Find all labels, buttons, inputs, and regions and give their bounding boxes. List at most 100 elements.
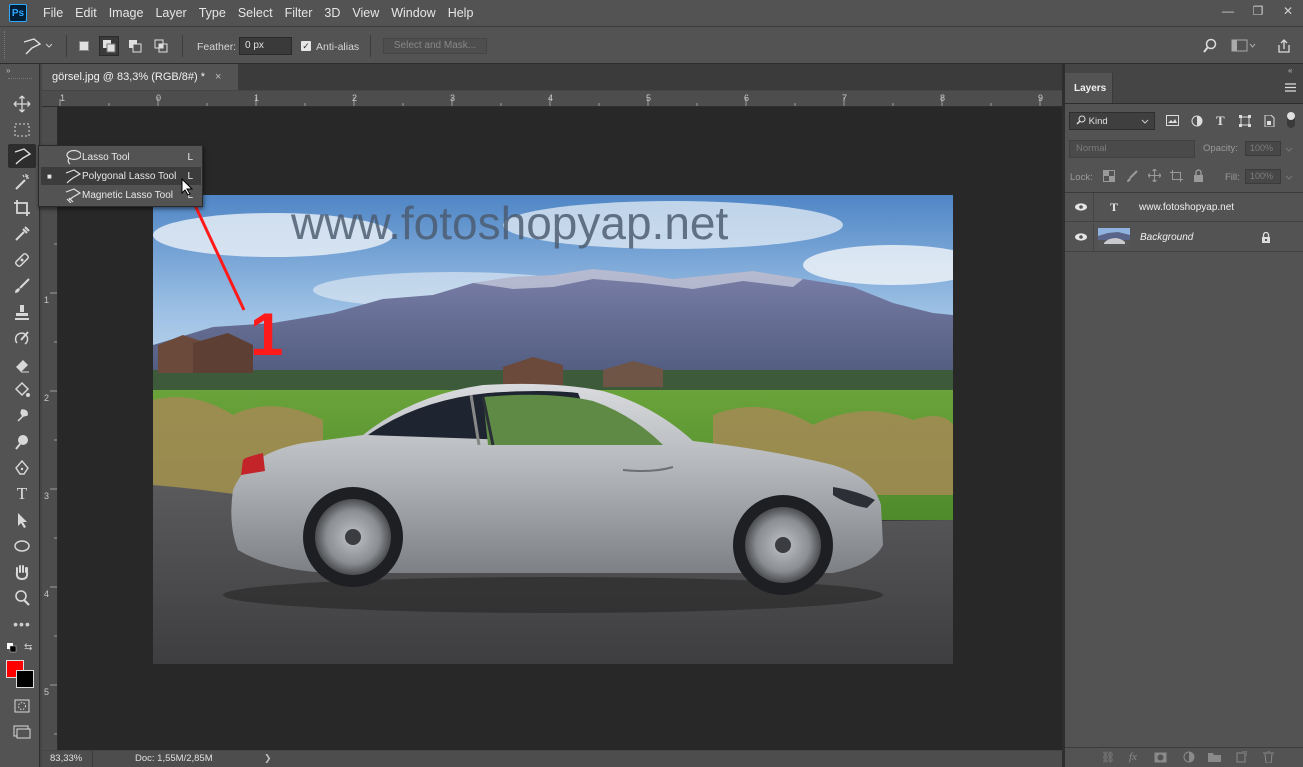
adjustment-layer-icon[interactable] <box>1183 751 1195 763</box>
history-brush-tool[interactable] <box>8 326 36 350</box>
close-window-button[interactable]: ✕ <box>1273 0 1303 22</box>
layer-row-background[interactable]: Background <box>1065 223 1303 252</box>
feather-input[interactable]: 0 px <box>239 37 292 55</box>
zoom-tool[interactable] <box>8 586 36 610</box>
share-button[interactable] <box>1276 38 1294 56</box>
delete-layer-icon[interactable] <box>1263 751 1274 763</box>
menu-filter[interactable]: Filter <box>279 0 319 26</box>
screen-mode-button[interactable] <box>8 720 36 744</box>
menu-view[interactable]: View <box>346 0 385 26</box>
filter-pixel-icon[interactable] <box>1166 115 1179 126</box>
default-colors-button[interactable] <box>7 643 17 653</box>
opacity-input[interactable]: 100% <box>1245 141 1281 156</box>
antialias-checkbox[interactable]: ✓ <box>301 41 311 51</box>
flyout-item-polygonal-lasso[interactable]: ■ Polygonal Lasso Tool L <box>41 167 201 185</box>
zoom-level[interactable]: 83,33% <box>50 753 82 764</box>
dodge-tool[interactable] <box>8 430 36 454</box>
layer-filter-select[interactable]: Kind <box>1069 112 1155 130</box>
visibility-eye-icon[interactable] <box>1075 232 1087 242</box>
menu-help[interactable]: Help <box>442 0 480 26</box>
eraser-tool[interactable] <box>8 352 36 376</box>
filter-smart-object-icon[interactable] <box>1263 115 1275 127</box>
swap-colors-icon[interactable]: ⇆ <box>24 642 32 653</box>
document-tab[interactable]: görsel.jpg @ 83,3% (RGB/8#) * × <box>42 64 238 90</box>
brush-tool[interactable] <box>8 274 36 298</box>
menu-image[interactable]: Image <box>103 0 150 26</box>
quick-mask-icon <box>14 699 30 713</box>
paint-bucket-tool[interactable] <box>8 378 36 402</box>
eyedropper-tool[interactable] <box>8 222 36 246</box>
background-color-swatch[interactable] <box>16 670 34 688</box>
tab-layers[interactable]: Layers <box>1065 73 1113 103</box>
lock-image-pixels-icon[interactable] <box>1126 170 1138 182</box>
menu-type[interactable]: Type <box>193 0 232 26</box>
subtract-from-selection-button[interactable] <box>125 36 145 56</box>
collapse-toolbar-icon[interactable]: » <box>6 66 10 75</box>
layer-name[interactable]: Background <box>1140 232 1193 243</box>
filter-adjustment-icon[interactable] <box>1191 115 1203 127</box>
type-tool[interactable]: T <box>8 482 36 506</box>
flyout-item-magnetic-lasso[interactable]: Magnetic Lasso Tool L <box>41 186 201 204</box>
menu-3d[interactable]: 3D <box>318 0 346 26</box>
path-selection-tool[interactable] <box>8 508 36 532</box>
magic-wand-tool[interactable] <box>8 170 36 194</box>
lock-transparent-pixels-icon[interactable] <box>1103 170 1115 182</box>
blur-tool[interactable] <box>8 404 36 428</box>
shape-tool[interactable] <box>8 534 36 558</box>
filter-toggle-switch[interactable] <box>1287 112 1295 128</box>
tool-preset-picker[interactable] <box>20 35 60 57</box>
filter-type-icon[interactable]: T <box>1216 113 1225 129</box>
options-grip[interactable] <box>4 31 8 59</box>
lock-position-icon[interactable] <box>1148 169 1161 182</box>
move-tool[interactable] <box>8 92 36 116</box>
select-and-mask-button[interactable]: Select and Mask... <box>383 38 487 54</box>
layer-style-fx-icon[interactable]: fx <box>1129 751 1137 763</box>
new-layer-icon[interactable] <box>1235 751 1247 763</box>
restore-button[interactable]: ❐ <box>1243 0 1273 22</box>
toolbar-grip[interactable] <box>8 78 32 79</box>
horizontal-ruler[interactable]: 1 0 1 2 3 4 5 6 7 8 9 <box>42 91 1062 107</box>
new-selection-button[interactable] <box>74 36 94 56</box>
clone-stamp-tool[interactable] <box>8 300 36 324</box>
hand-tool[interactable] <box>8 560 36 584</box>
link-layers-icon[interactable]: ⛓ <box>1101 751 1115 764</box>
layer-name[interactable]: www.fotoshopyap.net <box>1139 202 1234 213</box>
add-to-selection-button[interactable] <box>99 36 119 56</box>
minimize-button[interactable]: — <box>1213 0 1243 22</box>
search-button[interactable] <box>1202 38 1220 56</box>
magnetic-lasso-icon <box>65 188 81 203</box>
divider <box>92 751 93 767</box>
lasso-tool[interactable] <box>8 144 36 168</box>
layer-row-text[interactable]: T www.fotoshopyap.net <box>1065 193 1303 222</box>
chevron-down-icon[interactable] <box>1285 146 1293 154</box>
fill-input[interactable]: 100% <box>1245 169 1281 184</box>
workspace-switcher[interactable] <box>1231 38 1257 56</box>
document-canvas[interactable]: www.fotoshopyap.net <box>153 195 953 664</box>
menu-window[interactable]: Window <box>385 0 441 26</box>
edit-toolbar-button[interactable]: ••• <box>8 612 36 636</box>
pen-tool[interactable] <box>8 456 36 480</box>
status-menu-arrow-icon[interactable]: ❯ <box>264 753 272 764</box>
menu-layer[interactable]: Layer <box>149 0 192 26</box>
quick-mask-button[interactable] <box>8 694 36 718</box>
marquee-tool[interactable] <box>8 118 36 142</box>
menu-edit[interactable]: Edit <box>69 0 103 26</box>
chevron-down-icon[interactable] <box>1285 174 1293 182</box>
flyout-item-lasso[interactable]: Lasso Tool L <box>41 148 201 166</box>
layers-panel-tabbar: Layers <box>1065 73 1303 104</box>
crop-tool[interactable] <box>8 196 36 220</box>
lock-artboard-icon[interactable] <box>1170 170 1183 182</box>
menu-file[interactable]: File <box>37 0 69 26</box>
add-mask-icon[interactable] <box>1154 752 1167 763</box>
menu-select[interactable]: Select <box>232 0 279 26</box>
healing-brush-tool[interactable] <box>8 248 36 272</box>
panel-menu-button[interactable] <box>1285 83 1296 92</box>
visibility-eye-icon[interactable] <box>1075 202 1087 212</box>
lock-all-icon[interactable] <box>1193 169 1204 182</box>
blend-mode-select[interactable]: Normal <box>1069 140 1195 158</box>
intersect-selection-button[interactable] <box>151 36 171 56</box>
new-group-icon[interactable] <box>1208 752 1221 762</box>
close-document-icon[interactable]: × <box>215 71 221 83</box>
filter-shape-icon[interactable] <box>1239 115 1251 127</box>
layer-thumbnail <box>1098 228 1130 247</box>
